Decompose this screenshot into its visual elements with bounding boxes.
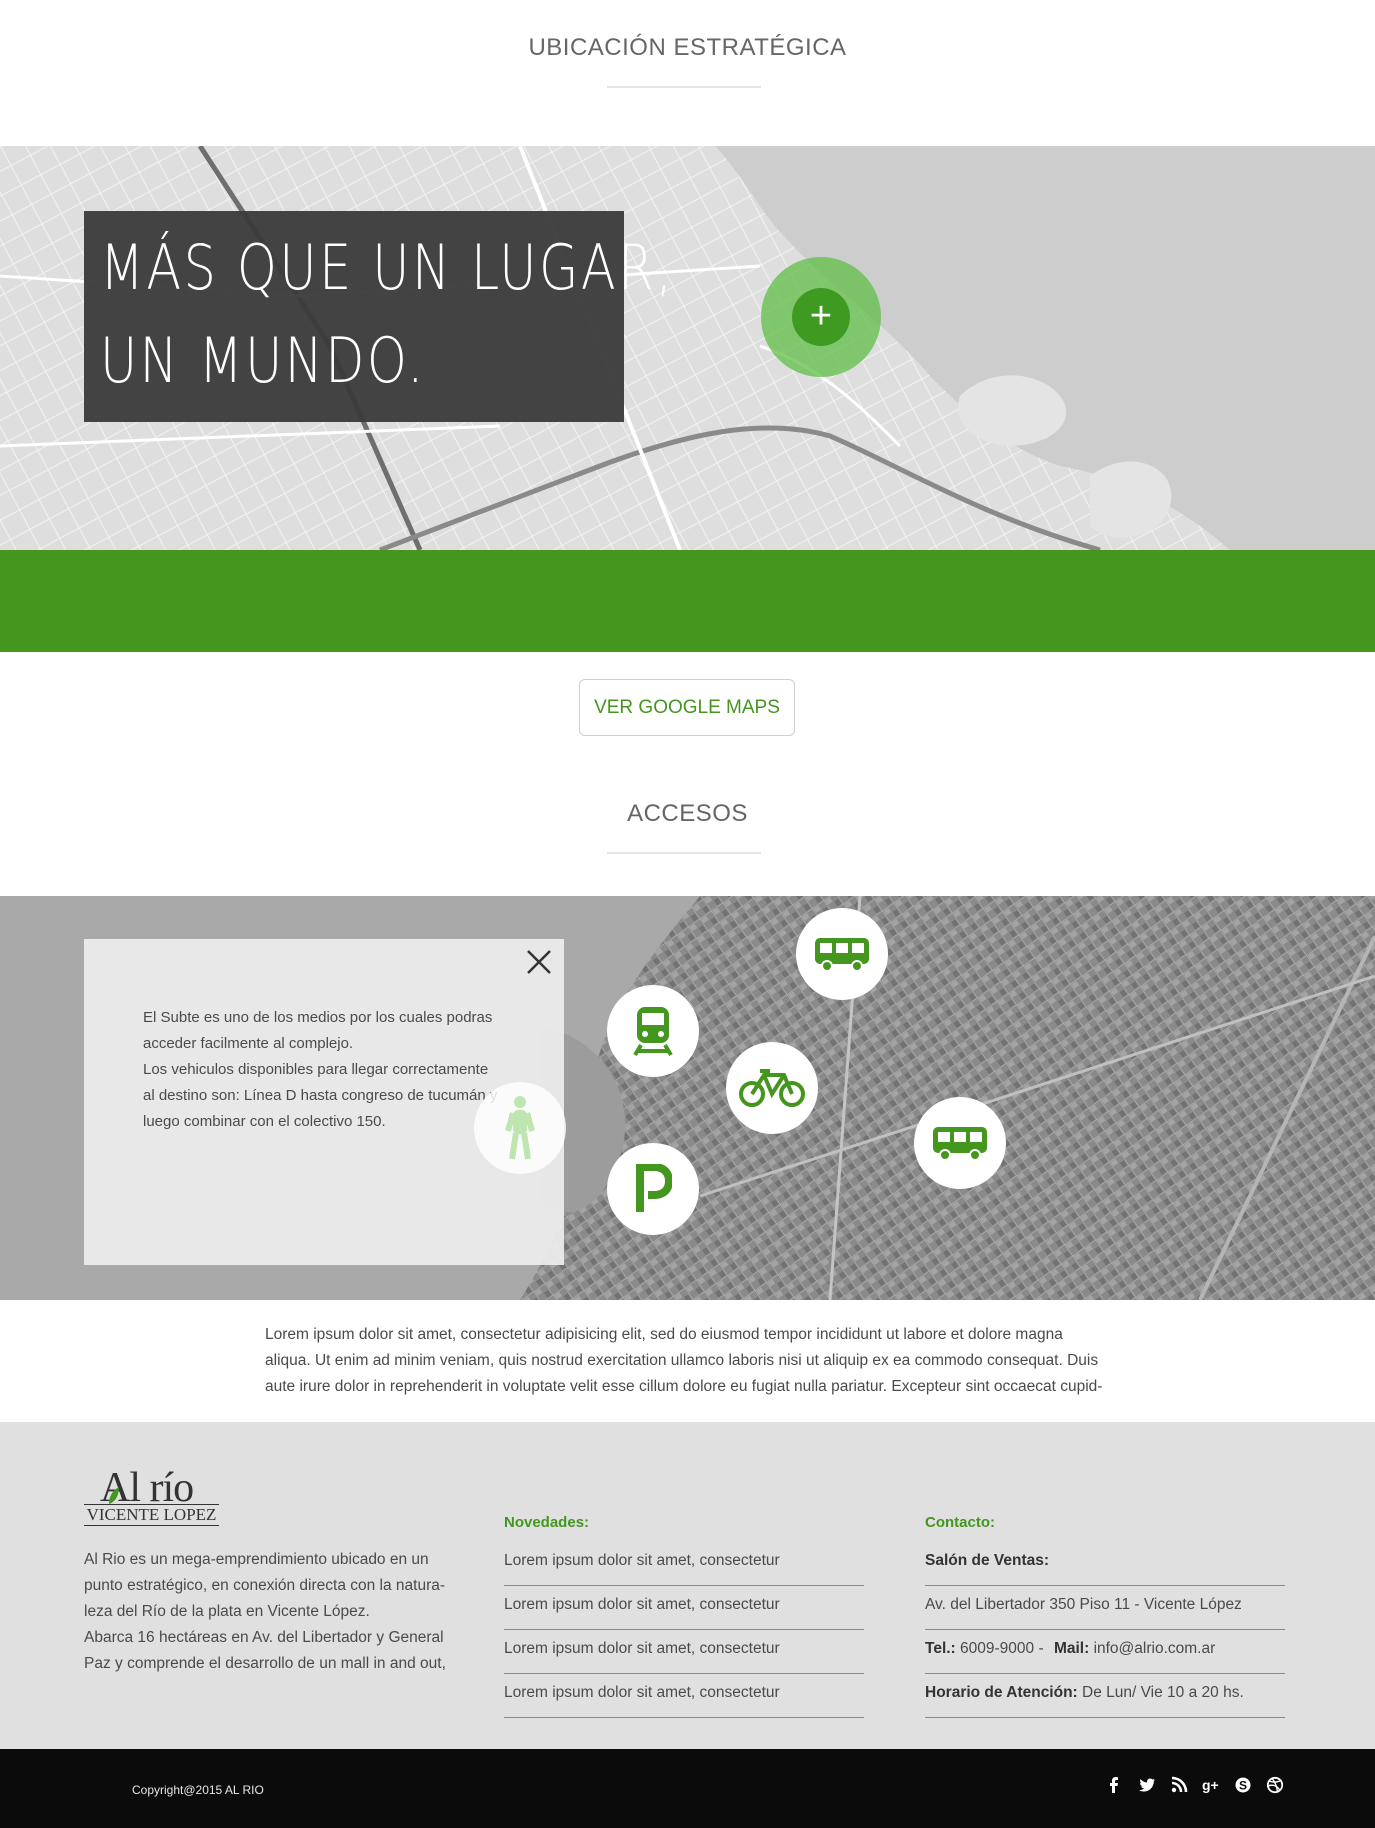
copyright: Copyright@2015 AL RIO <box>132 1783 264 1797</box>
hero-banner: MÁS QUE UN LUGAR, UN MUNDO. <box>84 211 672 422</box>
about-line: Abarca 16 hectáreas en Av. del Libertado… <box>84 1629 444 1646</box>
al-rio-logo[interactable]: Al río VICENTE LOPEZ <box>84 1464 219 1528</box>
sales-office-label: Salón de Ventas: <box>925 1542 1285 1586</box>
hero-title-line-1: MÁS QUE UN LUGAR, <box>100 231 675 304</box>
hours-value: De Lun/ Vie 10 a 20 hs. <box>1082 1684 1244 1701</box>
about-line: Al Rio es un mega-emprendimiento ubicado… <box>84 1551 429 1568</box>
news-title: Novedades: <box>504 1514 590 1531</box>
rss-icon[interactable] <box>1170 1776 1188 1794</box>
contact-list: Salón de Ventas: Av. del Libertador 350 … <box>925 1542 1285 1718</box>
section-divider <box>607 86 761 88</box>
about-line: punto estratégico, en conexión directa c… <box>84 1577 446 1594</box>
train-icon[interactable] <box>607 985 699 1077</box>
hours-label: Horario de Atención: <box>925 1684 1078 1701</box>
map-pin-plus-button[interactable]: + <box>792 288 850 346</box>
leaf-icon <box>109 1487 119 1504</box>
info-line: Los vehiculos disponibles para llegar co… <box>143 1061 489 1078</box>
section-divider <box>607 852 761 854</box>
opening-hours: Horario de Atención: De Lun/ Vie 10 a 20… <box>925 1674 1285 1718</box>
paragraph-line: Lorem ipsum dolor sit amet, consectetur … <box>265 1326 1063 1343</box>
page: UBICACIÓN ESTRATÉGICA MÁS QUE UN LUGAR, … <box>0 0 1375 1828</box>
address: Av. del Libertador 350 Piso 11 - Vicente… <box>925 1586 1285 1630</box>
about-line: Paz y comprende el desarrollo de un mall… <box>84 1655 446 1672</box>
skype-icon[interactable]: S <box>1234 1776 1252 1794</box>
close-icon[interactable] <box>524 947 554 977</box>
walking-icon[interactable] <box>474 1082 566 1174</box>
location-section-title: UBICACIÓN ESTRATÉGICA <box>528 34 847 61</box>
news-item[interactable]: Lorem ipsum dolor sit amet, consectetur <box>504 1586 864 1630</box>
twitter-icon[interactable] <box>1138 1776 1156 1794</box>
about-text: Al Rio es un mega-emprendimiento ubicado… <box>84 1547 454 1677</box>
access-section-title: ACCESOS <box>627 800 748 827</box>
info-line: al destino son: Línea D hasta congreso d… <box>143 1087 498 1104</box>
info-line: acceder facilmente al complejo. <box>143 1035 354 1052</box>
mail-value[interactable]: info@alrio.com.ar <box>1094 1640 1216 1657</box>
tel-label: Tel.: <box>925 1640 956 1657</box>
svg-text:g+: g+ <box>1202 1777 1219 1793</box>
contact-title: Contacto: <box>925 1514 995 1531</box>
mail-label: Mail: <box>1053 1640 1090 1657</box>
view-google-maps-button[interactable]: VER GOOGLE MAPS <box>579 679 795 736</box>
dribbble-icon[interactable] <box>1266 1776 1284 1794</box>
green-band <box>0 550 1375 652</box>
svg-text:S: S <box>1239 1779 1247 1793</box>
paragraph-line: aute irure dolor in reprehenderit in vol… <box>265 1378 1103 1395</box>
paragraph-line: aliqua. Ut enim ad minim veniam, quis no… <box>265 1352 1099 1369</box>
access-description: Lorem ipsum dolor sit amet, consectetur … <box>265 1322 1115 1400</box>
news-list: Lorem ipsum dolor sit amet, consectetur … <box>504 1542 864 1718</box>
hero-title-line-2: UN MUNDO. <box>100 324 426 397</box>
news-item[interactable]: Lorem ipsum dolor sit amet, consectetur <box>504 1630 864 1674</box>
bus-icon[interactable] <box>914 1097 1006 1189</box>
tel-value[interactable]: 6009-9000 - <box>960 1640 1044 1657</box>
bicycle-icon[interactable] <box>726 1042 818 1134</box>
access-info-text: El Subte es uno de los medios por los cu… <box>143 1005 513 1135</box>
phone-mail: Tel.: 6009-9000 - Mail: info@alrio.com.a… <box>925 1630 1285 1674</box>
news-item[interactable]: Lorem ipsum dolor sit amet, consectetur <box>504 1674 864 1718</box>
about-line: leza del Río de la plata en Vicente Lópe… <box>84 1603 370 1620</box>
news-item[interactable]: Lorem ipsum dolor sit amet, consectetur <box>504 1542 864 1586</box>
google-plus-icon[interactable]: g+ <box>1202 1776 1220 1794</box>
parking-icon[interactable] <box>607 1143 699 1235</box>
info-line: luego combinar con el colectivo 150. <box>143 1113 386 1130</box>
logo-subtitle: VICENTE LOPEZ <box>84 1504 219 1526</box>
bus-icon[interactable] <box>796 908 888 1000</box>
info-line: El Subte es uno de los medios por los cu… <box>143 1009 493 1026</box>
facebook-icon[interactable] <box>1105 1776 1123 1794</box>
